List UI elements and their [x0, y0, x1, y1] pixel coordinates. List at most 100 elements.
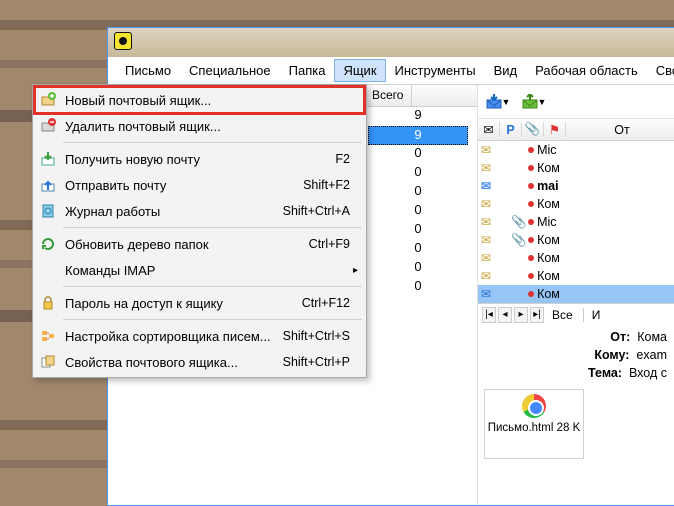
menu-item--[interactable]: Свойства почтового ящика...Shift+Ctrl+P [35, 349, 364, 375]
folder-count-row[interactable]: 0 [368, 183, 468, 202]
menu-item--[interactable]: Журнал работыShift+Ctrl+A [35, 198, 364, 224]
message-row[interactable]: ✉Ком [478, 267, 674, 285]
mailbox-menu-dropdown[interactable]: Новый почтовый ящик... Удалить почтовый я… [32, 84, 367, 378]
menu-item--imap[interactable]: Команды IMAP▸ [35, 257, 364, 283]
menu-письмо[interactable]: Письмо [116, 59, 180, 82]
col-parking-icon[interactable]: P [500, 123, 522, 137]
message-from: Ком [537, 251, 672, 265]
message-from: Ком [537, 161, 672, 175]
menu-item-label: Свойства почтового ящика... [61, 355, 283, 370]
message-list[interactable]: ✉ P 📎 ⚑ От ✉Mic✉Ком✉mai✉Ком✉📎Mic✉📎Ком✉Ко… [478, 119, 674, 303]
menu-item-label: Журнал работы [61, 204, 283, 219]
message-from: mai [537, 179, 672, 193]
menu-item--[interactable]: Отправить почтуShift+F2 [35, 172, 364, 198]
col-flag-icon[interactable]: ⚑ [544, 122, 566, 137]
pager-prev[interactable]: ◂ [498, 307, 512, 323]
preview-from: Кома [637, 330, 667, 344]
preview-header: От: Кома Кому: exam Тема: Вход с [478, 325, 674, 385]
folder-count-row[interactable]: 0 [368, 202, 468, 221]
menu-инструменты[interactable]: Инструменты [386, 59, 485, 82]
menu-вид[interactable]: Вид [485, 59, 527, 82]
message-from: Ком [537, 197, 672, 211]
message-list-header[interactable]: ✉ P 📎 ⚑ От [478, 119, 674, 141]
pager-all[interactable]: Все [552, 308, 573, 322]
pager-next[interactable]: ▸ [514, 307, 528, 323]
menu-свойства[interactable]: Свойства [647, 59, 674, 82]
envelope-icon: ✉ [481, 179, 491, 193]
menu-item-label: Обновить дерево папок [61, 237, 309, 252]
preview-to-label: Кому: [594, 348, 629, 362]
menu-item--[interactable]: Настройка сортировщика писем...Shift+Ctr… [35, 323, 364, 349]
menu-item-label: Получить новую почту [61, 152, 335, 167]
message-from: Mic [537, 143, 672, 157]
menu-item-shortcut: Ctrl+F12 [302, 296, 364, 310]
message-row[interactable]: ✉ mai [478, 177, 674, 195]
clip-icon: 📎 [511, 215, 525, 230]
envelope-icon: ✉ [481, 233, 491, 247]
journal-icon [35, 203, 61, 219]
unread-dot-icon [528, 273, 534, 279]
menu-item--[interactable]: Получить новую почтуF2 [35, 146, 364, 172]
menu-ящик[interactable]: Ящик [334, 59, 385, 82]
mailbox-del-icon [35, 118, 61, 134]
menu-папка[interactable]: Папка [280, 59, 335, 82]
folder-count-row[interactable]: 9 [368, 126, 468, 145]
menubar[interactable]: ПисьмоСпециальноеПапкаЯщикИнструментыВид… [108, 57, 674, 85]
folder-count-row[interactable]: 0 [368, 221, 468, 240]
pager-last[interactable]: ▸| [530, 307, 544, 323]
unread-dot-icon [528, 291, 534, 297]
col-from[interactable]: От [566, 123, 674, 137]
unread-dot-icon [528, 237, 534, 243]
menu-item--[interactable]: Удалить почтовый ящик... [35, 113, 364, 139]
menu-item--[interactable]: Пароль на доступ к ящикуCtrl+F12 [35, 290, 364, 316]
send-button[interactable]: ▼ [520, 90, 548, 114]
message-row[interactable]: ✉Ком [478, 195, 674, 213]
message-row[interactable]: ✉📎Ком [478, 231, 674, 249]
message-from: Ком [537, 233, 672, 247]
sort-icon [35, 328, 61, 344]
col-envelope-icon[interactable]: ✉ [478, 122, 500, 137]
message-row[interactable]: ✉Ком [478, 249, 674, 267]
content-area: чита... Всего 9900000000 Новый почтовый … [108, 85, 674, 505]
menu-специальное[interactable]: Специальное [180, 59, 280, 82]
folder-pane: чита... Всего 9900000000 Новый почтовый … [108, 85, 478, 505]
folder-count-row[interactable]: 9 [368, 107, 468, 126]
message-from: Mic [537, 215, 672, 229]
unread-dot-icon [528, 147, 534, 153]
unread-dot-icon [528, 255, 534, 261]
message-row[interactable]: ✉Ком [478, 159, 674, 177]
unread-dot-icon [528, 165, 534, 171]
menu-item--[interactable]: Обновить дерево папокCtrl+F9 [35, 231, 364, 257]
menu-item-label: Новый почтовый ящик... [61, 93, 364, 108]
menu-item-label: Команды IMAP [61, 263, 364, 278]
col-total[interactable]: Всего [364, 85, 412, 106]
receive-button[interactable]: ▼ [484, 90, 512, 114]
menu-item-label: Отправить почту [61, 178, 303, 193]
menu-item--[interactable]: Новый почтовый ящик... [35, 87, 364, 113]
folder-count-row[interactable]: 0 [368, 164, 468, 183]
message-row[interactable]: ✉Ком [478, 285, 674, 303]
message-row[interactable]: ✉📎Mic [478, 213, 674, 231]
folder-count-row[interactable]: 0 [368, 240, 468, 259]
submenu-arrow-icon: ▸ [353, 265, 358, 276]
menu-item-shortcut: F2 [335, 152, 364, 166]
titlebar[interactable] [108, 28, 674, 57]
preview-to: exam [636, 348, 667, 362]
receive-icon [35, 151, 61, 167]
menu-рабочая область[interactable]: Рабочая область [526, 59, 647, 82]
preview-from-label: От: [610, 330, 630, 344]
attachment[interactable]: Письмо.html 28 K [484, 389, 584, 459]
folder-count-row[interactable]: 0 [368, 278, 468, 297]
folder-count-row[interactable]: 0 [368, 259, 468, 278]
message-row[interactable]: ✉Mic [478, 141, 674, 159]
pager-info: И [583, 308, 601, 322]
message-pager[interactable]: |◂ ◂ ▸ ▸| Все И [478, 303, 674, 325]
envelope-icon: ✉ [481, 269, 491, 283]
folder-count-row[interactable]: 0 [368, 145, 468, 164]
menu-item-shortcut: Ctrl+F9 [309, 237, 364, 251]
pager-first[interactable]: |◂ [482, 307, 496, 323]
attachment-name: Письмо.html [488, 422, 554, 434]
app-window: ПисьмоСпециальноеПапкаЯщикИнструментыВид… [107, 27, 674, 506]
menu-item-shortcut: Shift+Ctrl+P [283, 355, 364, 369]
col-attach-icon[interactable]: 📎 [522, 122, 544, 137]
